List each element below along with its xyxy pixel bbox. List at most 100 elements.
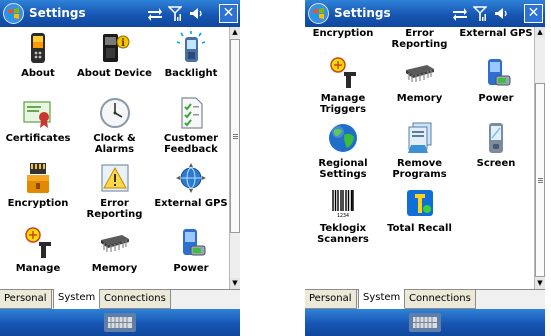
signal-icon[interactable] [473,6,487,21]
close-button[interactable]: ✕ [219,4,238,23]
settings-item-label: Memory [91,263,138,274]
svg-text:i: i [121,38,125,49]
settings-item-about-device[interactable]: i About Device [76,27,153,92]
bottom-bar [305,309,545,336]
screen-device-icon [489,123,503,153]
bottom-bar [0,309,240,336]
about-device-phone-icon [31,33,45,63]
settings-item-label: Certificates [5,133,71,144]
scrollbar[interactable]: ▲ ▼ [229,27,240,289]
keyboard-icon[interactable] [409,313,441,332]
barcode-icon: 1234 [331,189,355,219]
volume-icon[interactable] [493,6,509,21]
device-info-icon: i [102,34,129,62]
settings-item-customer-feedback[interactable]: Customer Feedback [153,92,229,157]
settings-list: About i About Device Backlight Certifica… [0,27,229,289]
remove-programs-icon [407,122,431,153]
settings-item-power[interactable]: Power [458,52,534,117]
settings-item-external-gps[interactable]: External GPS [153,157,229,222]
clock-icon [99,98,130,128]
tab-system[interactable]: System [53,289,101,309]
settings-item-memory[interactable]: Memory [381,52,458,117]
tab-personal[interactable]: Personal [305,290,357,309]
total-recall-icon [406,190,433,216]
scroll-thumb[interactable] [535,83,545,277]
backlight-icon [176,31,206,62]
feedback-checklist-icon [181,97,203,129]
settings-item-remove-programs[interactable]: Remove Programs [381,117,458,182]
scroll-up-arrow-icon[interactable]: ▲ [535,27,545,38]
settings-item-clock-alarms[interactable]: Clock & Alarms [76,92,153,157]
settings-item-label: Manage Triggers [319,93,367,115]
power-battery-icon [183,229,206,256]
tab-connections[interactable]: Connections [405,290,476,309]
tab-bar: Personal System Connections [305,289,545,309]
memory-chip-icon [405,65,434,82]
settings-list: Encryption Error Reporting External GPS … [305,27,534,289]
settings-item-label: Power [478,93,514,104]
gps-satellite-icon [176,163,206,193]
settings-item-label: Error Reporting [86,198,143,220]
close-button[interactable]: ✕ [524,4,543,23]
window-title: Settings [334,6,391,20]
connectivity-icon[interactable] [452,6,468,21]
memory-chip-icon [100,235,129,252]
keyboard-icon[interactable] [104,313,136,332]
settings-item-power[interactable]: Power [153,222,229,287]
settings-item-manage-triggers[interactable]: Manage [0,222,76,287]
tab-connections[interactable]: Connections [100,290,171,309]
tab-personal[interactable]: Personal [0,290,52,309]
windows-start-icon[interactable] [308,3,329,24]
settings-item-encryption[interactable]: Encryption [0,157,76,222]
settings-item-teklogix-scanners[interactable]: 1234 Teklogix Scanners [305,182,381,247]
settings-item-about[interactable]: About [0,27,76,92]
trigger-scanner-icon [25,227,51,258]
settings-item-manage-triggers[interactable]: Manage Triggers [305,52,381,117]
title-bar: Settings ✕ [305,0,545,27]
settings-item-label: Backlight [164,68,218,79]
settings-item-label: Clock & Alarms [93,133,136,155]
settings-item-total-recall[interactable]: Total Recall [381,182,458,247]
settings-item-encryption[interactable]: Encryption [305,27,381,52]
scroll-down-arrow-icon[interactable]: ▼ [230,278,240,289]
error-reporting-icon [100,164,129,192]
volume-icon[interactable] [188,6,204,21]
settings-item-label: Encryption [312,28,374,39]
window-title: Settings [29,6,86,20]
settings-item-regional-settings[interactable]: Regional Settings [305,117,381,182]
settings-grid: Encryption Error Reporting External GPS … [305,27,534,247]
connectivity-icon[interactable] [147,6,163,21]
settings-item-label: Total Recall [387,223,452,234]
settings-screen-right: Settings ✕ Encryption Error Reporting Ex… [305,0,545,336]
settings-item-memory[interactable]: Memory [76,222,153,287]
windows-start-icon[interactable] [3,3,24,24]
svg-text:1234: 1234 [337,213,349,219]
settings-item-screen[interactable]: Screen [458,117,534,182]
settings-item-error-reporting[interactable]: Error Reporting [76,157,153,222]
tab-system[interactable]: System [358,289,406,309]
globe-icon [329,124,357,152]
encryption-lock-icon [27,163,49,193]
settings-item-label: Power [173,263,209,274]
settings-item-label: Customer Feedback [163,133,219,155]
settings-item-label: Remove Programs [392,158,447,180]
settings-item-external-gps[interactable]: External GPS [458,27,534,52]
settings-item-label: Screen [476,158,516,169]
signal-icon[interactable] [168,6,182,21]
tab-bar: Personal System Connections [0,289,240,309]
scrollbar[interactable]: ▲ ▼ [534,27,545,289]
scroll-thumb[interactable] [230,39,240,233]
scroll-down-arrow-icon[interactable]: ▼ [535,278,545,289]
scroll-up-arrow-icon[interactable]: ▲ [230,27,240,38]
settings-item-backlight[interactable]: Backlight [153,27,229,92]
settings-item-label: About Device [77,68,152,79]
settings-item-label: External GPS [459,28,533,39]
settings-grid: About i About Device Backlight Certifica… [0,27,229,287]
power-battery-icon [488,59,511,86]
title-bar: Settings ✕ [0,0,240,27]
certificates-icon [23,101,51,128]
settings-item-certificates[interactable]: Certificates [0,92,76,157]
settings-item-error-reporting[interactable]: Error Reporting [381,27,458,52]
settings-item-label: External GPS [154,198,228,209]
settings-item-label: Manage [15,263,61,274]
